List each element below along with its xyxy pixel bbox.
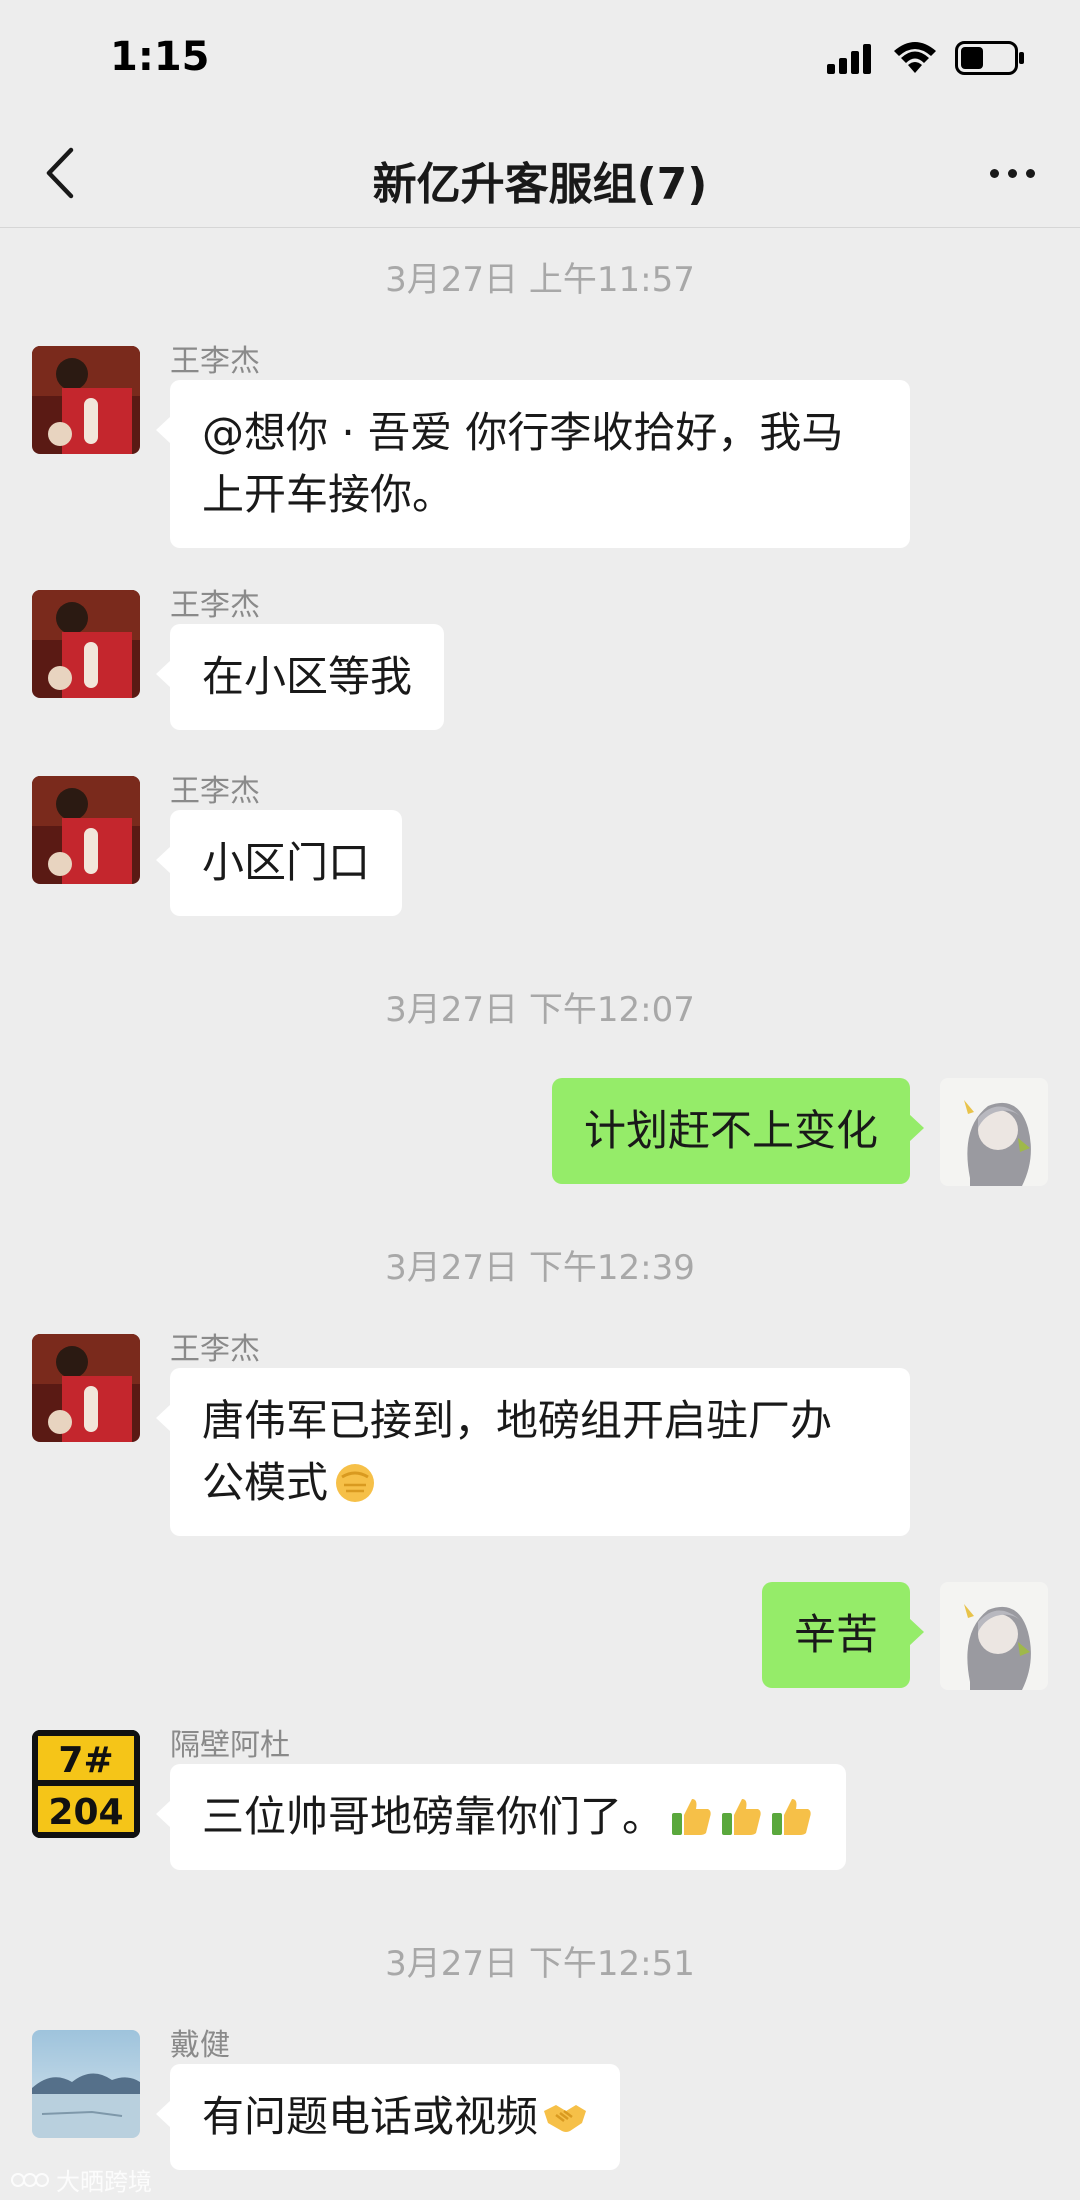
message-bubble[interactable]: 小区门口 — [155, 810, 403, 916]
sender-name: 王李杰 — [170, 344, 260, 379]
message-text: 辛苦 — [793, 1610, 878, 1659]
message-bubble[interactable]: 在小区等我 — [155, 624, 445, 730]
message-bubble[interactable]: 三位帅哥地磅靠你们了。 — [155, 1764, 847, 1870]
thumbs-up-emoji — [672, 1799, 711, 1835]
message-text-line: @想你 · 吾爱 你行李收拾好，我马 — [202, 408, 844, 457]
my-avatar[interactable] — [940, 1078, 1048, 1186]
avatar[interactable] — [32, 1334, 140, 1442]
more-dot-icon — [989, 168, 999, 178]
timestamp: 3月27日 下午12:07 — [385, 990, 695, 1030]
wifi-icon — [893, 41, 937, 79]
message-text-line: 上开车接你。 — [202, 470, 455, 519]
fist-emoji — [336, 1464, 375, 1502]
sender-name: 王李杰 — [170, 1332, 260, 1367]
handshake-emoji — [544, 2105, 587, 2132]
message-bubble[interactable]: @想你 · 吾爱 你行李收拾好，我马 上开车接你。 — [156, 380, 910, 548]
message-text-line: 唐伟军已接到，地磅组开启驻厂办 — [202, 1396, 833, 1445]
avatar[interactable]: 7# 204 — [32, 1730, 140, 1838]
message-bubble-outgoing[interactable]: 计划赶不上变化 — [551, 1078, 925, 1184]
sender-name: 隔壁阿杜 — [170, 1728, 290, 1763]
status-time: 1:15 — [110, 34, 210, 80]
message-text: 在小区等我 — [202, 652, 413, 701]
message-text: 三位帅哥地磅靠你们了。 — [202, 1792, 665, 1841]
message-text: 有问题电话或视频 — [202, 2092, 539, 2141]
thumbs-up-emoji — [772, 1799, 811, 1835]
chat-title: 新亿升客服组(7) — [372, 159, 708, 210]
more-dot-icon — [1025, 168, 1035, 178]
more-dot-icon — [1007, 168, 1017, 178]
avatar[interactable] — [32, 346, 140, 454]
nav-bar: 新亿升客服组(7) — [0, 118, 1080, 228]
message-bubble[interactable]: 唐伟军已接到，地磅组开启驻厂办 公模式 — [156, 1368, 910, 1536]
sender-name: 王李杰 — [170, 774, 260, 809]
watermark-text: 大晒跨境 — [56, 2168, 152, 2196]
message-bubble-outgoing[interactable]: 辛苦 — [761, 1582, 925, 1688]
message-text: 小区门口 — [202, 838, 371, 887]
more-options-button[interactable] — [974, 148, 1050, 198]
avatar[interactable] — [32, 776, 140, 884]
message-text-line: 公模式 — [202, 1458, 329, 1507]
watermark-logo-icon — [11, 2172, 49, 2187]
status-bar: 1:15 — [0, 0, 1080, 118]
chat-message-list[interactable]: 3月27日 上午11:57 王李杰 @想你 · 吾爱 你行李收拾好，我马 上开车… — [0, 228, 1080, 2200]
battery-icon — [955, 41, 1025, 79]
avatar[interactable] — [32, 590, 140, 698]
timestamp: 3月27日 上午11:57 — [385, 260, 695, 300]
avatar[interactable] — [32, 2030, 140, 2138]
cellular-signal-icon — [827, 42, 875, 78]
sender-name: 戴健 — [170, 2028, 230, 2063]
timestamp: 3月27日 下午12:51 — [385, 1944, 695, 1984]
sender-name: 王李杰 — [170, 588, 260, 623]
my-avatar[interactable] — [940, 1582, 1048, 1690]
svg-text:7#: 7# — [58, 1740, 113, 1781]
thumbs-up-emoji — [722, 1799, 761, 1835]
message-bubble[interactable]: 有问题电话或视频 — [155, 2064, 621, 2170]
message-text: 计划赶不上变化 — [583, 1106, 878, 1155]
status-icons — [827, 40, 1025, 80]
timestamp: 3月27日 下午12:39 — [385, 1248, 695, 1288]
svg-text:204: 204 — [48, 1792, 123, 1833]
watermark: 大晒跨境 — [10, 2162, 152, 2197]
